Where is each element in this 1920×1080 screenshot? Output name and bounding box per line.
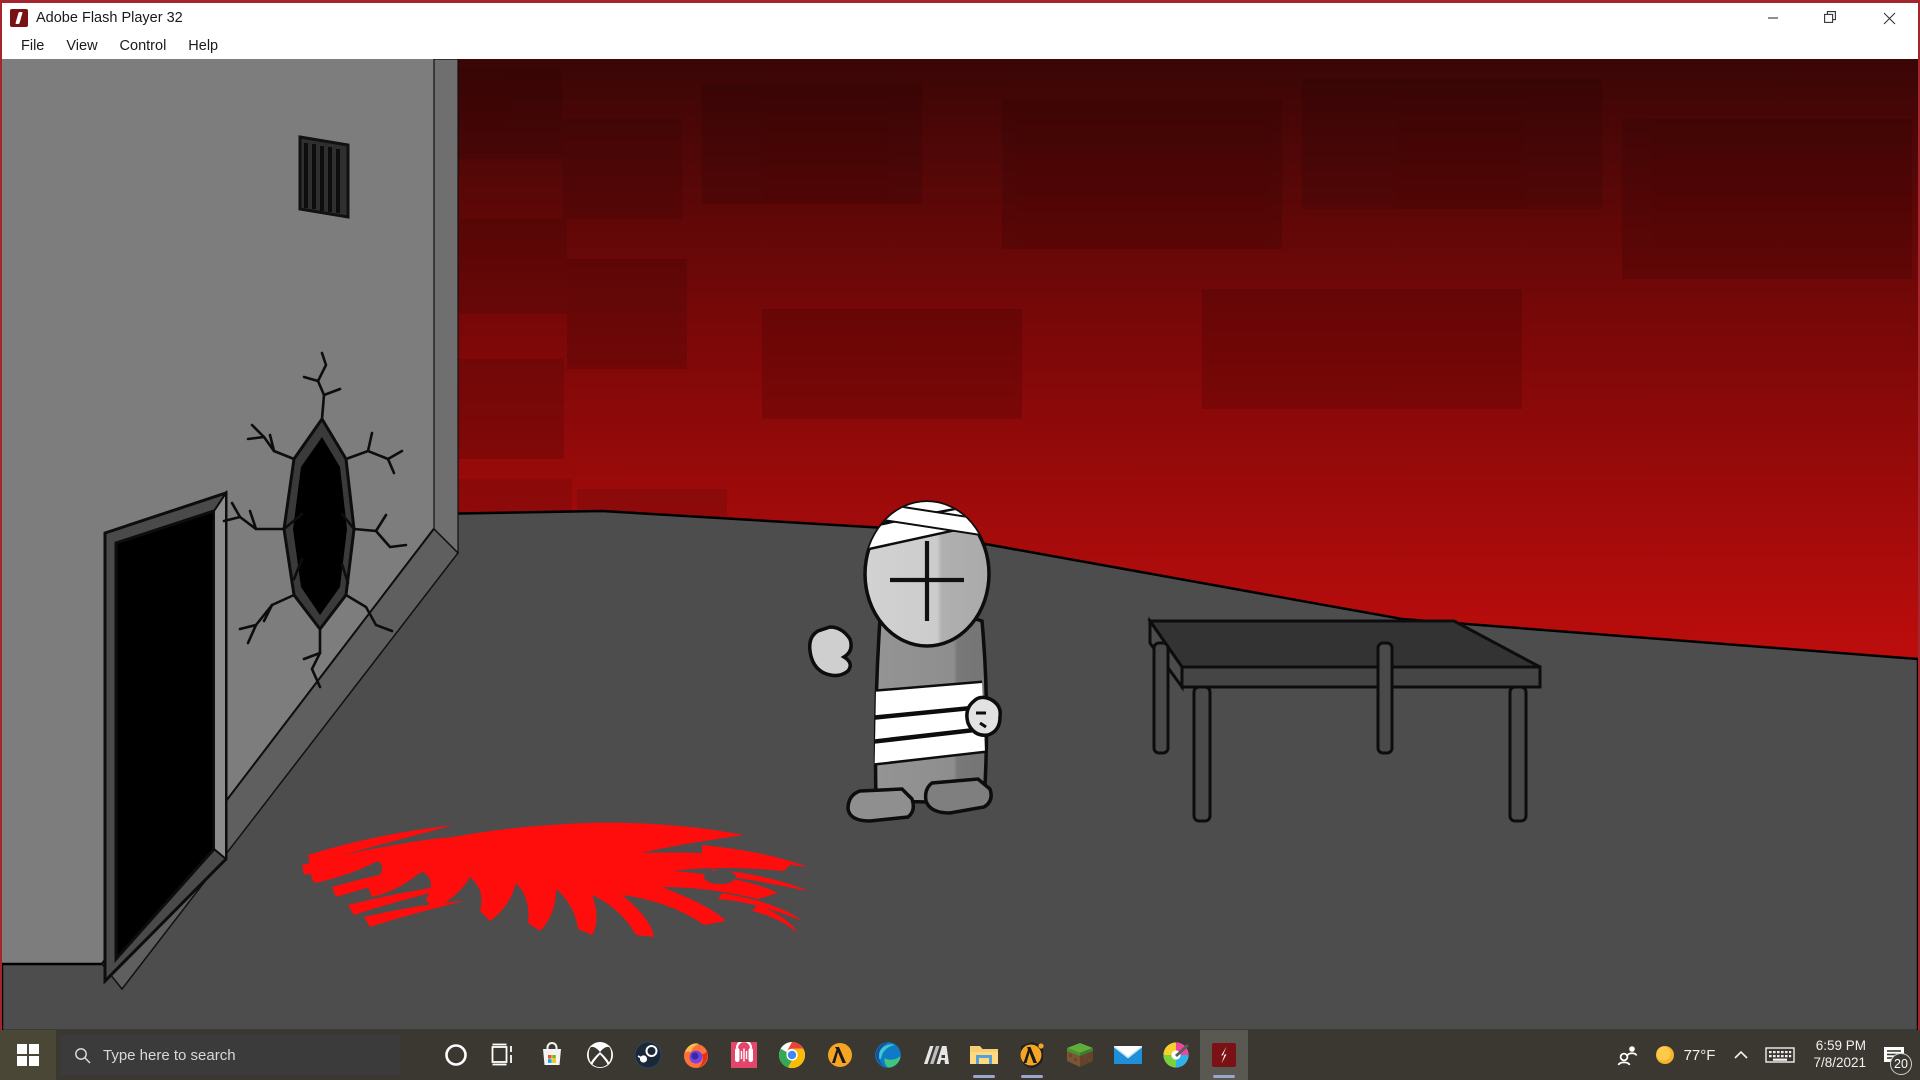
taskbar-item-flash-player[interactable] <box>1200 1030 1248 1080</box>
flash-logo-icon <box>10 9 28 27</box>
taskbar-item-audacity[interactable] <box>720 1030 768 1080</box>
paint-dot-net-icon <box>1163 1042 1189 1068</box>
character-right-foot <box>923 777 993 815</box>
menu-item-view[interactable]: View <box>55 36 108 56</box>
chrome-icon <box>779 1042 805 1069</box>
chevron-up-icon[interactable] <box>1725 1030 1757 1080</box>
flash-stage[interactable] <box>2 59 1918 1031</box>
taskbar: Type here to search 77°F 6:59 PM 7/8/202… <box>0 1030 1920 1080</box>
wall-vent <box>298 135 350 219</box>
lambda-icon <box>828 1043 852 1067</box>
desktop: Adobe Flash Player 32 File View Control … <box>0 0 1920 1080</box>
taskbar-item-microsoft-store[interactable] <box>528 1030 576 1080</box>
audacity-icon <box>731 1042 757 1068</box>
clock[interactable]: 6:59 PM 7/8/2021 <box>1803 1030 1876 1080</box>
taskbar-item-task-view[interactable] <box>480 1030 528 1080</box>
maximize-restore-icon[interactable] <box>1802 3 1860 33</box>
steam-icon <box>634 1041 662 1069</box>
taskbar-item-multimc[interactable] <box>912 1030 960 1080</box>
cortana-icon <box>445 1044 467 1066</box>
grass-block-icon <box>1067 1043 1093 1067</box>
flash-logo-icon <box>1212 1043 1236 1067</box>
notification-center-button[interactable]: 20 <box>1876 1030 1916 1080</box>
scene-graphic <box>2 59 1918 1031</box>
taskbar-item-mail[interactable] <box>1104 1030 1152 1080</box>
firefox-icon <box>684 1043 708 1068</box>
taskbar-open-indicator <box>1213 1075 1235 1078</box>
notification-badge: 20 <box>1890 1053 1912 1075</box>
search-input[interactable]: Type here to search <box>60 1035 400 1075</box>
menu-item-file[interactable]: File <box>10 36 55 56</box>
taskbar-item-firefox[interactable] <box>672 1030 720 1080</box>
taskbar-item-edge[interactable] <box>864 1030 912 1080</box>
search-icon <box>75 1047 91 1063</box>
close-icon[interactable] <box>1860 3 1918 33</box>
menu-bar: File View Control Help <box>2 33 1918 59</box>
taskbar-item-cortana[interactable] <box>432 1030 480 1080</box>
edge-icon <box>875 1042 901 1068</box>
flash-player-window: Adobe Flash Player 32 File View Control … <box>0 0 1920 1031</box>
window-controls <box>1744 3 1918 33</box>
taskbar-item-minecraft[interactable] <box>1056 1030 1104 1080</box>
left-wall-edge <box>433 59 459 555</box>
folder-icon <box>970 1046 998 1064</box>
taskbar-item-file-explorer[interactable] <box>960 1030 1008 1080</box>
table-leg-front-left <box>1192 685 1212 823</box>
taskbar-open-indicator <box>973 1075 995 1078</box>
taskbar-item-half-life[interactable] <box>816 1030 864 1080</box>
taskbar-item-steam[interactable] <box>624 1030 672 1080</box>
window-title: Adobe Flash Player 32 <box>36 10 183 26</box>
people-icon[interactable] <box>1608 1030 1648 1080</box>
character-left-foot <box>846 787 916 823</box>
multimc-icon <box>924 1046 949 1064</box>
keyboard-icon[interactable] <box>1757 1030 1803 1080</box>
lambda-badge-icon <box>1020 1042 1044 1068</box>
clock-date: 7/8/2021 <box>1813 1055 1866 1070</box>
title-bar[interactable]: Adobe Flash Player 32 <box>2 3 1918 33</box>
system-tray: 77°F 6:59 PM 7/8/2021 20 <box>1608 1030 1920 1080</box>
table-leg-back-right <box>1376 641 1394 755</box>
windows-start-icon[interactable] <box>0 1030 56 1080</box>
taskbar-item-chrome[interactable] <box>768 1030 816 1080</box>
taskbar-items <box>432 1030 1248 1080</box>
right-hand <box>965 695 1003 737</box>
envelope-icon <box>1114 1046 1142 1064</box>
left-hand <box>807 625 853 678</box>
weather-temperature: 77°F <box>1683 1046 1716 1064</box>
microsoft-store-icon <box>543 1042 561 1065</box>
task-view-icon <box>491 1043 512 1066</box>
taskbar-item-half-life-2[interactable] <box>1008 1030 1056 1080</box>
sun-icon <box>1655 1046 1674 1064</box>
clock-time: 6:59 PM <box>1815 1038 1866 1054</box>
table-leg-front-right <box>1508 685 1528 823</box>
xbox-icon <box>587 1042 613 1068</box>
table-apron <box>1180 665 1542 689</box>
taskbar-open-indicator <box>1021 1075 1043 1078</box>
taskbar-item-paint-net[interactable] <box>1152 1030 1200 1080</box>
table-leg-back-left <box>1152 641 1170 755</box>
menu-item-help[interactable]: Help <box>177 36 229 56</box>
search-placeholder: Type here to search <box>103 1046 236 1064</box>
weather-widget[interactable]: 77°F <box>1648 1030 1726 1080</box>
menu-item-control[interactable]: Control <box>109 36 178 56</box>
taskbar-item-xbox[interactable] <box>576 1030 624 1080</box>
minimize-icon[interactable] <box>1744 3 1802 33</box>
